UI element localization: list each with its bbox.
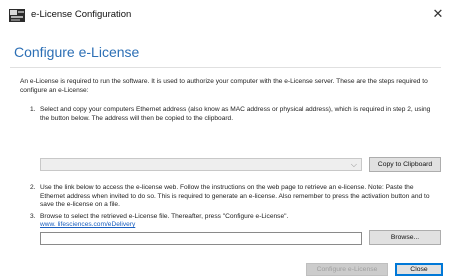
step-1-number: 1. [30,106,36,113]
step-3-text: Browse to select the retrieved e-License… [40,213,289,220]
browse-button[interactable]: Browse... [369,230,441,245]
intro-text: An e-License is required to run the soft… [20,78,428,94]
title-bar: e-License Configuration ✕ [0,0,451,30]
step-2-number: 2. [30,184,36,191]
step-1-text: Select and copy your computers Ethernet … [40,106,431,122]
license-app-icon [9,9,25,22]
step-3-number: 3. [30,213,36,220]
mac-address-select[interactable]: ⌵ [40,158,362,171]
copy-to-clipboard-button[interactable]: Copy to Clipboard [369,157,441,172]
page-title: Configure e-License [14,44,140,60]
license-file-path-input[interactable] [40,232,362,245]
window-title: e-License Configuration [31,9,132,20]
chevron-down-icon[interactable]: ⌵ [351,160,357,170]
step-2-text: Use the link below to access the e-licen… [40,184,430,209]
close-icon[interactable]: ✕ [431,6,445,22]
close-button[interactable]: Close [395,263,443,276]
header-divider [10,67,441,68]
edelivery-link[interactable]: www. lifesciences.com/eDelivery [40,221,135,228]
configure-e-license-button[interactable]: Configure e-License [306,263,388,276]
